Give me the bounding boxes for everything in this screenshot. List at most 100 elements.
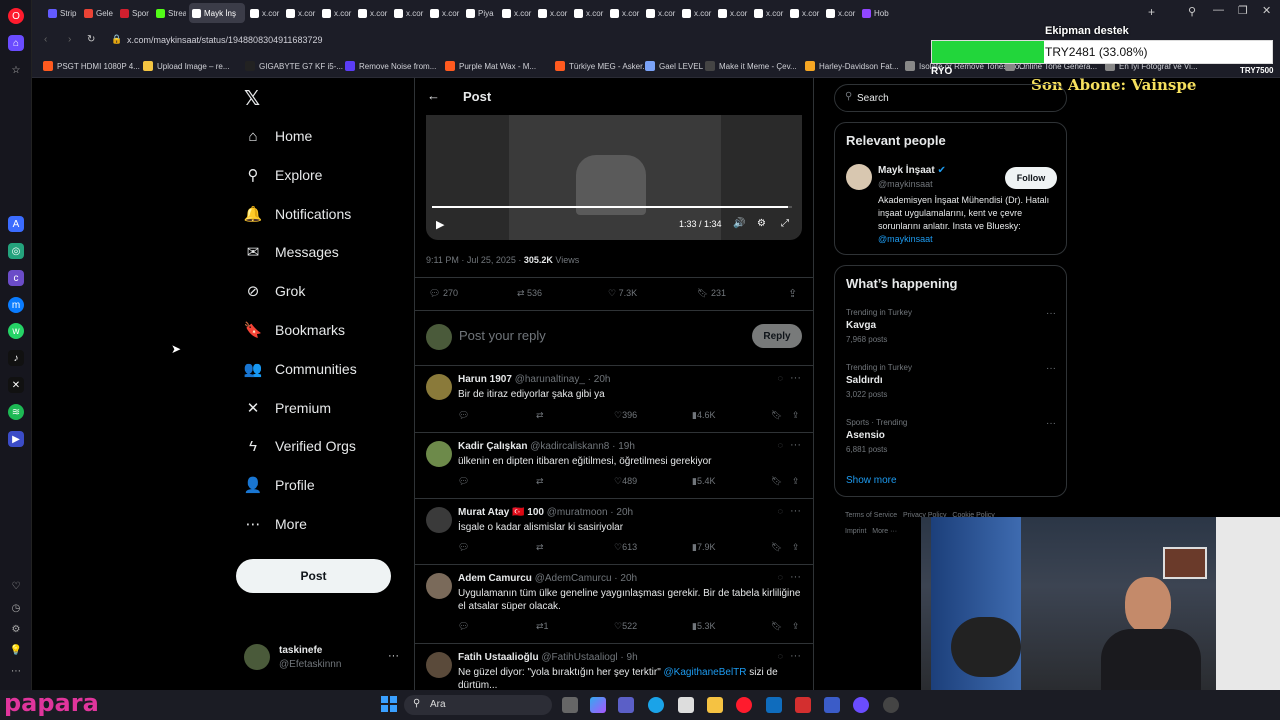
taskbar-search[interactable]: ⚲ Ara xyxy=(404,695,552,715)
reply-post[interactable]: Harun 1907 @harunaltinay_ · 20h ◌ ··· Bir d… xyxy=(415,366,813,433)
grok-explain-icon[interactable]: ◌ xyxy=(778,572,783,582)
reply-share-icon[interactable]: ⇪ xyxy=(792,410,800,421)
x-logo-icon[interactable]: 𝕏 xyxy=(244,86,260,111)
trend-more-icon[interactable]: ··· xyxy=(1046,363,1056,374)
footer-imprint-link[interactable]: Imprint xyxy=(845,528,866,535)
reply-button[interactable]: Reply xyxy=(752,324,802,348)
nav-item-premium[interactable]: ✕ Premium xyxy=(244,399,331,417)
more-icon[interactable]: ⋯ xyxy=(8,663,24,679)
reply-avatar[interactable] xyxy=(426,573,452,599)
teams-icon[interactable] xyxy=(618,697,634,713)
reply-more-icon[interactable]: ··· xyxy=(790,571,801,583)
store-icon[interactable] xyxy=(678,697,694,713)
show-more-link[interactable]: Show more xyxy=(846,475,897,486)
maximize-icon[interactable]: ❐ xyxy=(1238,4,1248,17)
browser-tab[interactable]: x.cor xyxy=(787,3,820,23)
player-icon[interactable]: ▶ xyxy=(8,431,24,447)
reply-bookmark-icon[interactable]: 🔖︎ xyxy=(771,621,782,632)
messenger-icon[interactable]: m xyxy=(8,297,24,313)
reply-more-icon[interactable]: ··· xyxy=(790,439,801,451)
account-menu-icon[interactable]: ··· xyxy=(388,650,399,662)
grok-explain-icon[interactable]: ◌ xyxy=(778,506,783,516)
reply-post[interactable]: Fatih Ustaalioğlu @FatihUstaaliogl · 9h ◌… xyxy=(415,644,813,690)
account-handle[interactable]: @Efetaskinnn xyxy=(279,659,341,670)
browser-tab[interactable]: x.cor xyxy=(391,3,424,23)
reply-views-button[interactable]: ▮ 4.6K xyxy=(692,410,715,421)
close-window-icon[interactable]: ✕ xyxy=(1262,4,1271,17)
browser-tab[interactable]: x.cor xyxy=(535,3,568,23)
edge-icon[interactable] xyxy=(648,697,664,713)
reply-like-button[interactable]: ♡ 522 xyxy=(614,621,637,632)
trend-item[interactable]: Trending in Turkey Kavga 7,968 posts ··· xyxy=(846,308,1056,344)
like-count-button[interactable]: ♡ 7.3K xyxy=(608,288,637,299)
reply-comment-icon[interactable]: 💬︎ xyxy=(458,542,469,553)
reply-avatar[interactable] xyxy=(426,441,452,467)
nav-item-grok[interactable]: ⊘ Grok xyxy=(244,282,306,300)
browser-tab[interactable]: x.cor xyxy=(751,3,784,23)
browser-tab[interactable]: x.cor xyxy=(679,3,712,23)
settings-icon[interactable]: ⚙ xyxy=(8,621,24,637)
reply-author[interactable]: Kadir Çalışkan @kadircaliskann8 · 19h xyxy=(458,441,635,452)
bookmark-item[interactable]: Upload Image – re... xyxy=(143,61,229,71)
bookmark-item[interactable]: Harley-Davidson Fat... xyxy=(805,61,899,71)
reply-comment-icon[interactable]: 💬︎ xyxy=(458,621,469,632)
account-name[interactable]: taskinefe xyxy=(279,645,322,656)
browser-tab[interactable]: x.cor xyxy=(427,3,460,23)
heart-icon[interactable]: ♡ xyxy=(8,578,24,594)
reply-share-icon[interactable]: ⇪ xyxy=(792,542,800,553)
video-progress-track[interactable] xyxy=(432,206,792,208)
reply-bookmark-icon[interactable]: 🔖︎ xyxy=(771,410,782,421)
reply-share-icon[interactable]: ⇪ xyxy=(792,476,800,487)
trend-more-icon[interactable]: ··· xyxy=(1046,308,1056,319)
browser-tab[interactable]: x.cor xyxy=(823,3,856,23)
reply-views-button[interactable]: ▮ 5.4K xyxy=(692,476,715,487)
reply-repost-button[interactable]: ⇄ xyxy=(536,410,544,421)
reply-views-button[interactable]: ▮ 5.3K xyxy=(692,621,715,632)
account-avatar[interactable] xyxy=(244,644,270,670)
messenger-taskbar-icon[interactable] xyxy=(853,697,869,713)
reply-author[interactable]: Murat Atay 🇹🇷 100 @muratmoon · 20h xyxy=(458,507,633,518)
nav-item-messages[interactable]: ✉ Messages xyxy=(244,243,339,261)
task-view-icon[interactable] xyxy=(562,697,578,713)
wps-icon[interactable] xyxy=(795,697,811,713)
share-icon[interactable]: ⇪ xyxy=(788,287,797,300)
reply-repost-button[interactable]: ⇄ 1 xyxy=(536,621,549,632)
forward-icon[interactable]: › xyxy=(68,34,71,45)
bookmark-item[interactable]: GIGABYTE G7 KF i5-... xyxy=(245,61,343,71)
windows-start-icon[interactable] xyxy=(381,696,397,712)
browser-tab[interactable]: x.cor xyxy=(499,3,532,23)
x-icon[interactable]: ✕ xyxy=(8,377,24,393)
reply-like-button[interactable]: ♡ 396 xyxy=(614,410,637,421)
reply-input[interactable]: Post your reply xyxy=(459,328,546,343)
aria-icon[interactable]: A xyxy=(8,216,24,232)
reply-post[interactable]: Adem Camurcu @AdemCamurcu · 20h ◌ ··· Uygul… xyxy=(415,565,813,644)
back-arrow-icon[interactable]: ← xyxy=(427,88,440,103)
search-tabs-icon[interactable]: ⚲ xyxy=(1188,5,1196,18)
browser-tab[interactable]: x.cor xyxy=(715,3,748,23)
reply-avatar[interactable] xyxy=(426,507,452,533)
trend-item[interactable]: Sports · Trending Asensio 6,881 posts ··· xyxy=(846,418,1056,454)
back-icon[interactable]: ‹ xyxy=(44,34,47,45)
browser-tab[interactable]: x.cor xyxy=(571,3,604,23)
reply-repost-button[interactable]: ⇄ xyxy=(536,476,544,487)
star-icon[interactable]: ☆ xyxy=(8,62,24,78)
trend-item[interactable]: Trending in Turkey Saldırdı 3,022 posts ··· xyxy=(846,363,1056,399)
opera-logo-icon[interactable]: O xyxy=(8,8,24,24)
play-icon[interactable]: ▶ xyxy=(436,218,444,231)
bookmark-item[interactable]: Gael LEVEL xyxy=(645,61,703,71)
reply-repost-button[interactable]: ⇄ xyxy=(536,542,544,553)
follow-button[interactable]: Follow xyxy=(1005,167,1057,189)
bookmark-item[interactable]: Purple Mat Wax - M... xyxy=(445,61,536,71)
spotify-icon[interactable]: ≋ xyxy=(8,404,24,420)
bio-mention-link[interactable]: @maykinsaat xyxy=(878,234,933,244)
reply-like-button[interactable]: ♡ 613 xyxy=(614,542,637,553)
volume-icon[interactable]: 🔊 xyxy=(733,218,745,229)
reply-comment-icon[interactable]: 💬︎ xyxy=(458,476,469,487)
reply-avatar[interactable] xyxy=(426,374,452,400)
nav-item-communities[interactable]: 👥 Communities xyxy=(244,360,357,378)
nav-item-profile[interactable]: 👤 Profile xyxy=(244,476,315,494)
tiktok-icon[interactable]: ♪ xyxy=(8,350,24,366)
reply-more-icon[interactable]: ··· xyxy=(790,650,801,662)
url-field[interactable]: x.com/maykinsaat/status/1948808304911683… xyxy=(127,35,322,45)
opera-taskbar-icon[interactable] xyxy=(736,697,752,713)
